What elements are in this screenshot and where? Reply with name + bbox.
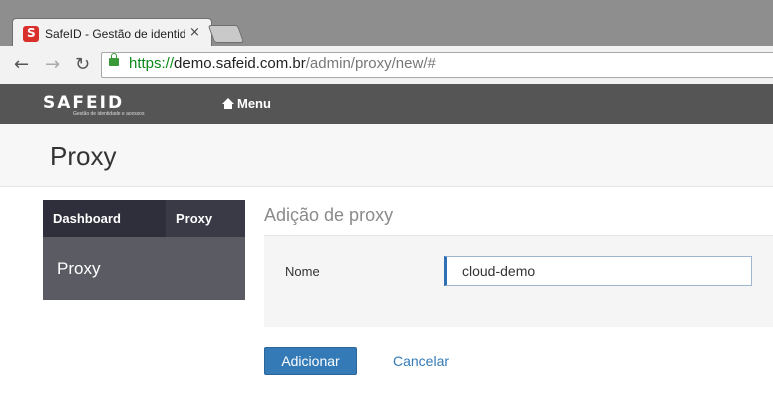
- cancel-link[interactable]: Cancelar: [393, 353, 449, 369]
- browser-tab[interactable]: SafeID - Gestão de identid ×: [12, 18, 212, 49]
- form-heading: Adição de proxy: [264, 205, 394, 225]
- browser-toolbar: ← → ↻ https://demo.safeid.com.br/admin/p…: [0, 46, 773, 85]
- tab-title: SafeID - Gestão de identid: [45, 27, 185, 41]
- logo-text: SAFEID: [43, 93, 125, 113]
- menu-label: Menu: [237, 96, 271, 111]
- breadcrumb-proxy[interactable]: Proxy: [166, 200, 245, 237]
- add-button[interactable]: Adicionar: [264, 347, 357, 375]
- reload-icon[interactable]: ↻: [75, 54, 90, 75]
- address-bar[interactable]: https://demo.safeid.com.br/admin/proxy/n…: [101, 52, 773, 78]
- app-header: SAFEID Gestão de identidade e acessos Me…: [0, 84, 773, 124]
- browser-tabstrip: SafeID - Gestão de identid ×: [0, 0, 773, 49]
- url-path: /admin/proxy/new/#: [305, 55, 436, 72]
- safeid-logo[interactable]: SAFEID Gestão de identidade e acessos: [43, 93, 144, 117]
- safeid-favicon-icon: [23, 26, 39, 42]
- logo-tagline: Gestão de identidade e acessos: [73, 111, 145, 117]
- lock-icon: [109, 53, 119, 66]
- url-text: https://demo.safeid.com.br/admin/proxy/n…: [129, 55, 436, 72]
- url-host: demo.safeid.com.br: [174, 55, 306, 72]
- home-icon: [222, 98, 234, 109]
- url-scheme: https://: [129, 55, 175, 72]
- page-title: Proxy: [50, 141, 117, 171]
- name-label: Nome: [285, 264, 320, 279]
- new-tab-button[interactable]: [207, 25, 245, 43]
- form-panel: Nome: [264, 235, 773, 327]
- menu-button[interactable]: Menu: [222, 96, 271, 111]
- breadcrumb-dashboard[interactable]: Dashboard: [43, 200, 166, 237]
- close-tab-icon[interactable]: ×: [189, 25, 200, 40]
- arrow-right-icon[interactable]: →: [45, 54, 60, 75]
- name-field[interactable]: [444, 256, 752, 286]
- section-panel: Proxy: [43, 237, 245, 300]
- page-title-band: Proxy: [0, 124, 773, 187]
- arrow-left-icon[interactable]: ←: [14, 54, 29, 75]
- section-label: Proxy: [57, 259, 101, 278]
- breadcrumb: Dashboard Proxy: [43, 200, 245, 237]
